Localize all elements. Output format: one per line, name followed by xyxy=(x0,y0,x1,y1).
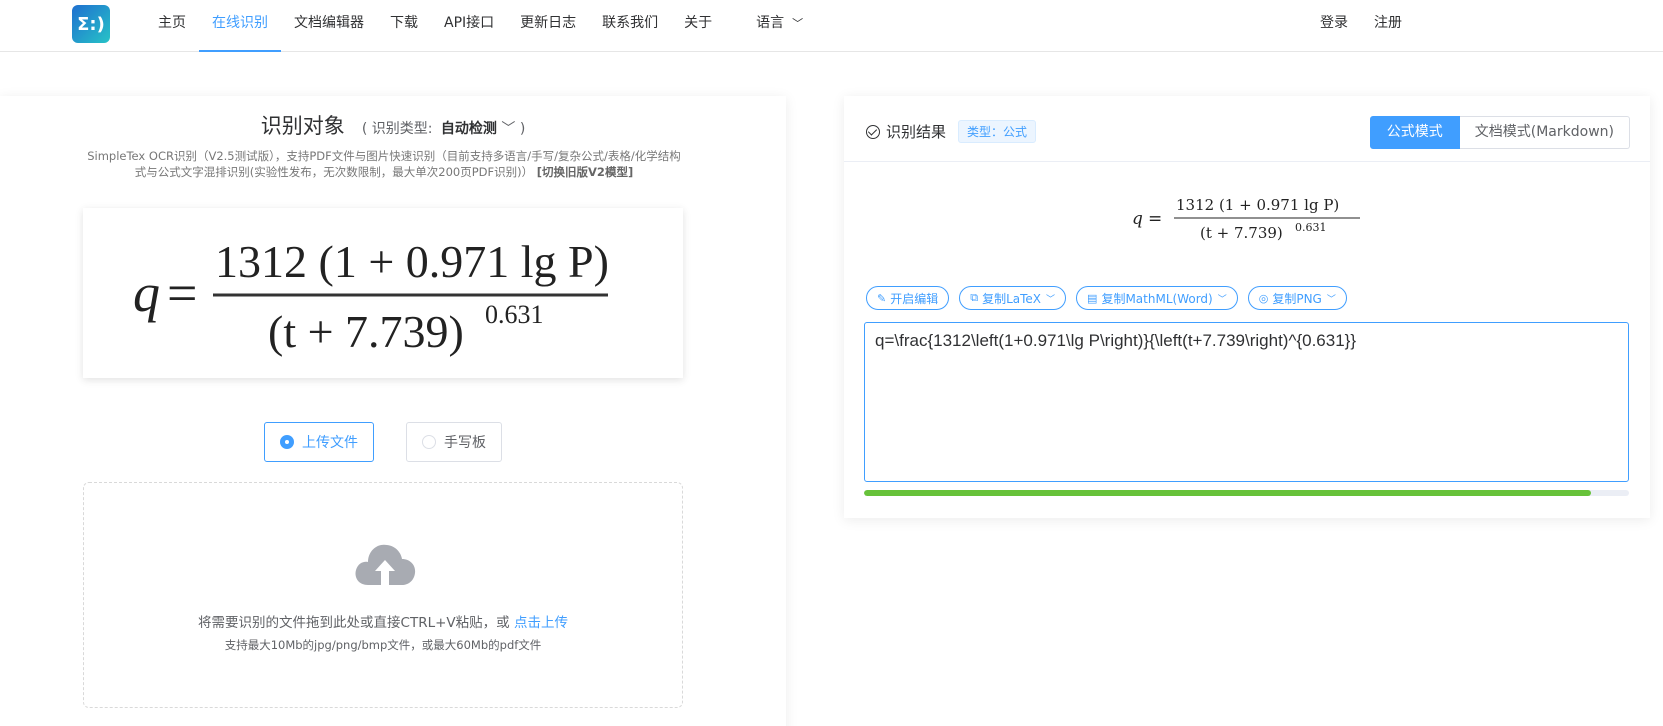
image-icon: ◎ xyxy=(1258,291,1269,305)
svg-text:1312 (1 + 0.971 lg P): 1312 (1 + 0.971 lg P) xyxy=(215,236,609,287)
recognition-result-panel: 识别结果 类型：公式 公式模式 文档模式(Markdown) q = 1312 … xyxy=(844,96,1650,518)
nav-item-3[interactable]: 下载 xyxy=(377,0,431,52)
nav-item-label: 关于 xyxy=(684,15,713,31)
progress-fill xyxy=(864,490,1591,496)
nav-item-7[interactable]: 关于 xyxy=(671,0,725,52)
type-label: ( 识别类型: xyxy=(361,121,433,137)
svg-text:=: = xyxy=(1148,209,1162,229)
chevron-down-icon: ﹀ xyxy=(1046,294,1056,305)
rendered-formula: q = 1312 (1 + 0.971 lg P) (t + 7.739) 0.… xyxy=(844,188,1650,252)
nav-item-label: 主页 xyxy=(158,15,186,31)
type-value: 自动检测 xyxy=(440,121,497,137)
auth-links: 登录 注册 xyxy=(1307,0,1415,52)
nav-item-label: 语言 xyxy=(756,15,785,31)
nav-item-label: 更新日志 xyxy=(520,15,577,31)
simpletex-logo[interactable]: Σ:) xyxy=(72,5,110,43)
svg-text:(t + 7.739): (t + 7.739) xyxy=(1200,224,1283,242)
result-header: 识别结果 类型：公式 公式模式 文档模式(Markdown) xyxy=(844,96,1650,162)
svg-text:1312 (1 + 0.971 lg P): 1312 (1 + 0.971 lg P) xyxy=(1176,196,1339,214)
drop-text: 将需要识别的文件拖到此处或直接CTRL+V粘贴，或 xyxy=(198,615,510,631)
nav-item-8[interactable]: 语言 ﹀ xyxy=(743,0,816,52)
svg-text:0.631: 0.631 xyxy=(485,300,544,329)
enable-edit-label: 开启编辑 xyxy=(890,291,939,306)
rendered-formula-svg: q = 1312 (1 + 0.971 lg P) (t + 7.739) 0.… xyxy=(1132,196,1360,242)
input-mode-group: 上传文件 手写板 xyxy=(264,422,502,462)
recognition-type-select[interactable]: ( 识别类型: 自动检测 ﹀ ) xyxy=(362,121,525,137)
nav-item-label: 在线识别 xyxy=(212,15,268,31)
enable-edit-button[interactable]: ✎ 开启编辑 xyxy=(866,286,950,310)
nav-item-1[interactable]: 在线识别 xyxy=(199,0,281,52)
nav-menu: 主页 在线识别 文档编辑器 下载 API接口 更新日志 联系我们 关于 语言 ﹀ xyxy=(145,0,816,52)
result-title-group: 识别结果 类型：公式 xyxy=(866,120,1037,143)
upload-cloud-icon xyxy=(355,544,416,585)
svg-text:(t + 7.739): (t + 7.739) xyxy=(268,306,464,357)
radio-checked-icon xyxy=(280,435,294,449)
chevron-down-icon: ﹀ xyxy=(1217,294,1227,305)
handwriting-pad-radio[interactable]: 手写板 xyxy=(406,422,502,462)
copy-png-label: 复制PNG xyxy=(1272,291,1322,306)
uploaded-formula-image: q = 1312 (1 + 0.971 lg P) (t + 7.739) 0.… xyxy=(83,208,683,378)
upload-file-radio[interactable]: 上传文件 xyxy=(264,422,374,462)
result-title: 识别结果 xyxy=(886,123,947,141)
chevron-down-icon: ﹀ xyxy=(501,121,516,137)
radio-empty-icon xyxy=(422,435,436,449)
formula-mode-button[interactable]: 公式模式 xyxy=(1369,116,1460,149)
copy-mathml-button[interactable]: ▤ 复制MathML(Word) ﹀ xyxy=(1076,286,1238,310)
formula-image-svg: q = 1312 (1 + 0.971 lg P) (t + 7.739) 0.… xyxy=(133,236,609,357)
top-nav: Σ:) 主页 在线识别 文档编辑器 下载 API接口 更新日志 联系我们 关于 语言 ﹀ 登录 注… xyxy=(0,0,1663,52)
nav-item-label: API接口 xyxy=(444,15,495,31)
copy-latex-button[interactable]: ⧉ 复制LaTeX ﹀ xyxy=(959,286,1067,310)
svg-text:0.631: 0.631 xyxy=(1295,221,1327,234)
copy-png-button[interactable]: ◎ 复制PNG ﹀ xyxy=(1247,286,1347,310)
result-toolbar: ✎ 开启编辑 ⧉ 复制LaTeX ﹀ ▤ 复制MathML(Word) ﹀ ◎ 复制PNG ﹀ xyxy=(866,286,1347,310)
upload-file-label: 上传文件 xyxy=(302,435,358,451)
chevron-down-icon: ﹀ xyxy=(1326,294,1336,305)
nav-item-5[interactable]: 更新日志 xyxy=(507,0,589,52)
recognition-input-panel: 识别对象 ( 识别类型: 自动检测 ﹀ ) SimpleTex OCR识别（V2… xyxy=(0,96,786,726)
recognition-progress-bar xyxy=(864,490,1629,496)
description: SimpleTex OCR识别（V2.5测试版），支持PDF文件与图片快速识别（… xyxy=(86,148,682,180)
edit-icon: ✎ xyxy=(877,291,887,305)
nav-item-2[interactable]: 文档编辑器 xyxy=(281,0,377,52)
login-link[interactable]: 登录 xyxy=(1307,0,1361,52)
handwriting-label: 手写板 xyxy=(444,435,486,451)
result-mode-toggle: 公式模式 文档模式(Markdown) xyxy=(1369,116,1630,149)
nav-item-label: 文档编辑器 xyxy=(294,15,364,31)
nav-item-6[interactable]: 联系我们 xyxy=(589,0,671,52)
copy-icon: ⧉ xyxy=(970,291,979,304)
nav-item-4[interactable]: API接口 xyxy=(431,0,507,52)
switch-model-link[interactable]: [切换旧版V2模型] xyxy=(537,165,633,179)
type-close: ) xyxy=(519,121,526,137)
register-link[interactable]: 注册 xyxy=(1361,0,1415,52)
latex-textarea[interactable]: q=\frac{1312\left(1+0.971\lg P\right)}{\… xyxy=(864,322,1629,482)
upload-dropzone[interactable]: 将需要识别的文件拖到此处或直接CTRL+V粘贴，或 点击上传 支持最大10Mb的… xyxy=(83,482,683,708)
result-type-tag: 类型：公式 xyxy=(958,120,1037,143)
click-upload-link[interactable]: 点击上传 xyxy=(514,615,568,631)
panel-title: 识别对象 xyxy=(260,114,345,138)
chevron-down-icon: ﹀ xyxy=(792,17,804,30)
svg-text:q: q xyxy=(133,263,160,323)
check-circle-icon xyxy=(866,124,880,139)
drop-instruction: 将需要识别的文件拖到此处或直接CTRL+V粘贴，或 点击上传 xyxy=(84,611,682,631)
input-header: 识别对象 ( 识别类型: 自动检测 ﹀ ) xyxy=(0,110,786,140)
file-limit-hint: 支持最大10Mb的jpg/png/bmp文件，或最大60Mb的pdf文件 xyxy=(224,638,542,652)
nav-item-0[interactable]: 主页 xyxy=(145,0,199,52)
copy-mathml-label: 复制MathML(Word) xyxy=(1101,291,1213,306)
logo-text: Σ:) xyxy=(77,13,105,35)
nav-item-label: 下载 xyxy=(390,15,418,31)
svg-text:=: = xyxy=(167,263,197,323)
copy-latex-label: 复制LaTeX xyxy=(982,291,1042,306)
nav-item-label: 联系我们 xyxy=(602,15,659,31)
document-mode-button[interactable]: 文档模式(Markdown) xyxy=(1459,116,1630,149)
svg-text:q: q xyxy=(1132,209,1143,229)
document-icon: ▤ xyxy=(1087,291,1098,305)
